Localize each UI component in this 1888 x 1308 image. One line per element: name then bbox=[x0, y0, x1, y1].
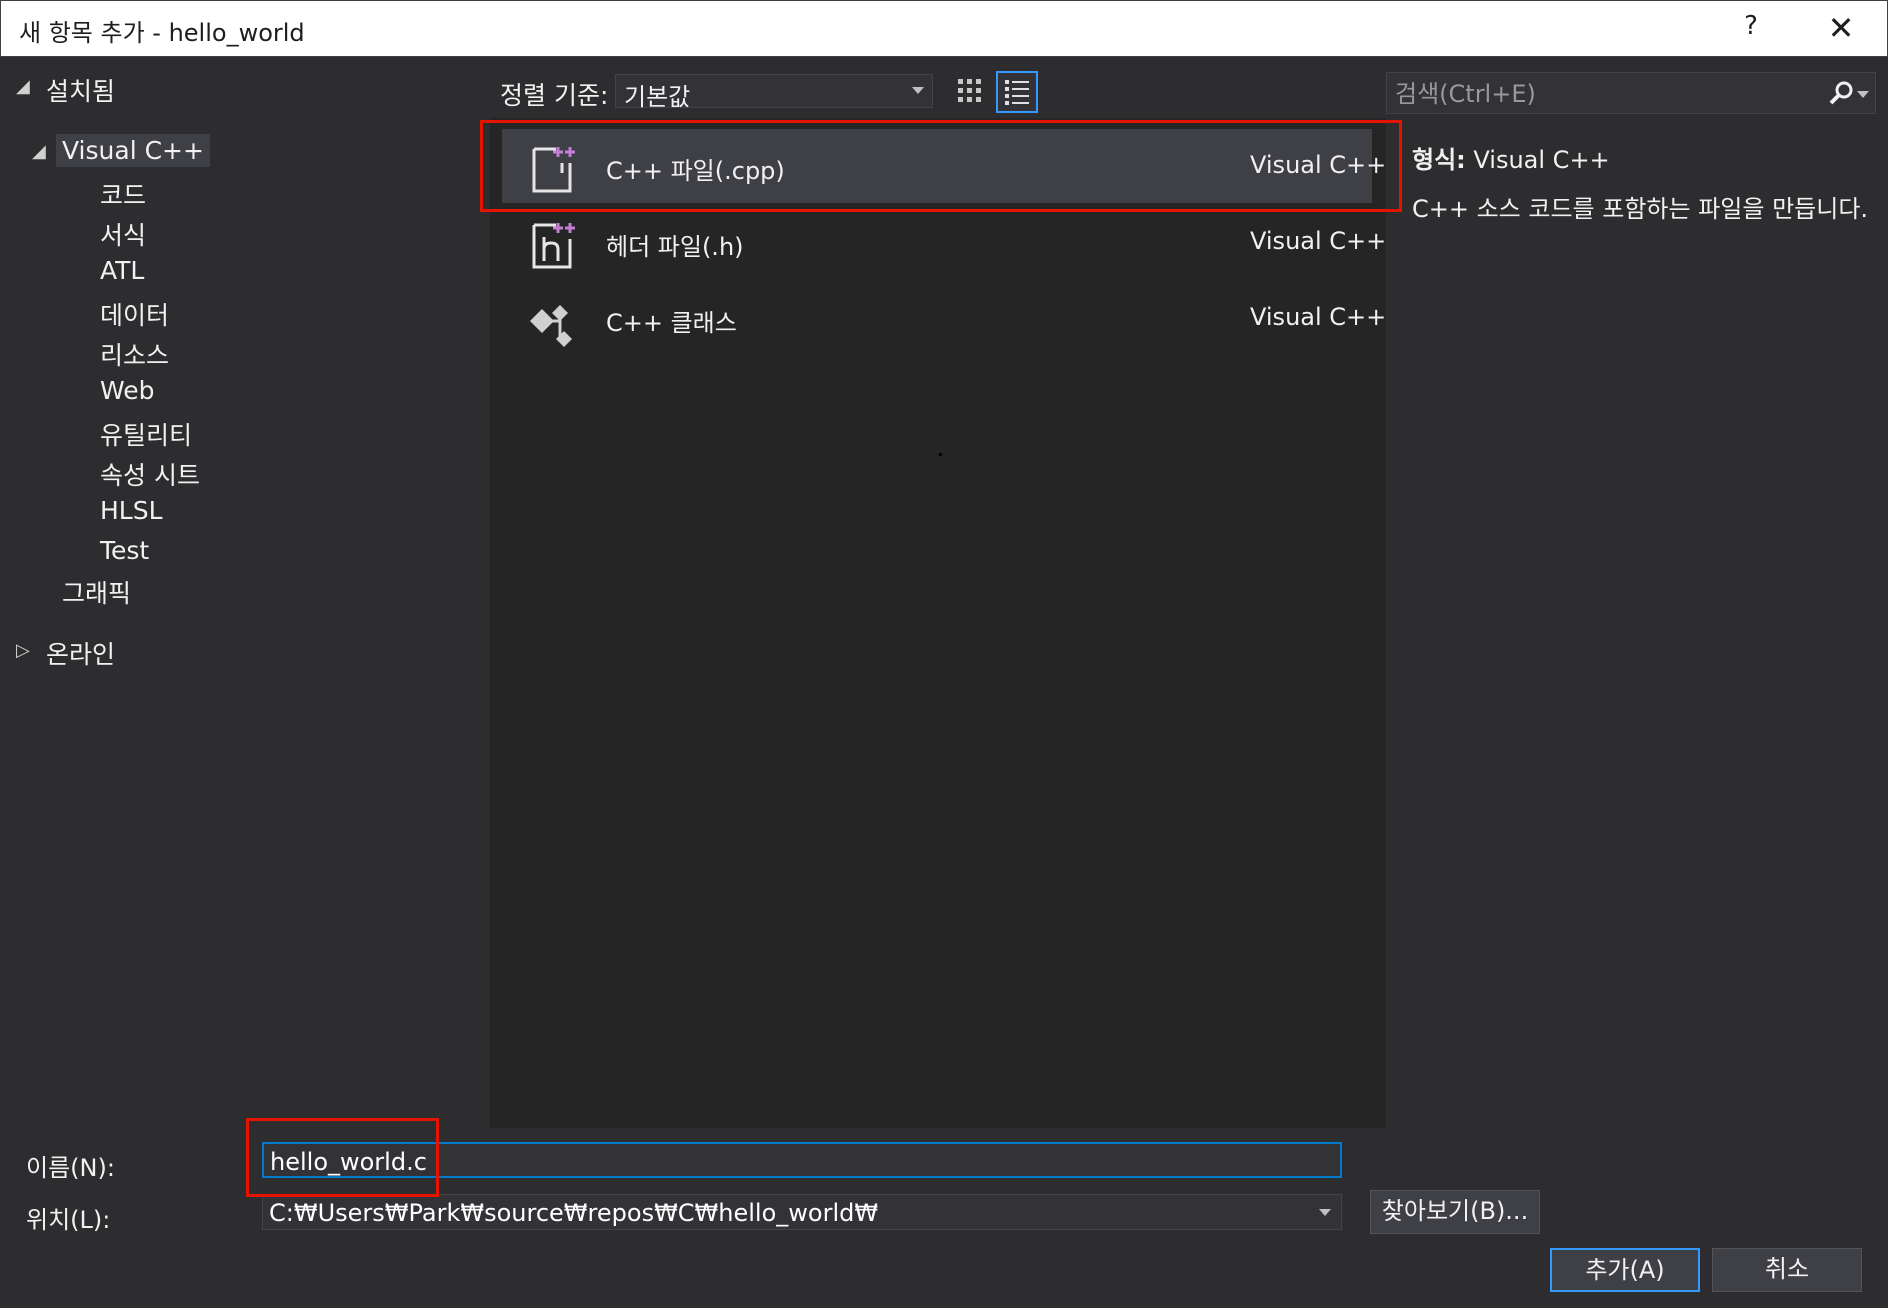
location-label: 위치(L): bbox=[26, 1206, 111, 1234]
sort-label: 정렬 기준: bbox=[500, 81, 609, 110]
details-pane: 형식: Visual C++ C++ 소스 코드를 포함하는 파일을 만듭니다. bbox=[1412, 140, 1872, 225]
tree-item-data[interactable]: 데이터 bbox=[100, 296, 169, 332]
tree-item-property-sheet[interactable]: 속성 시트 bbox=[100, 456, 200, 492]
cpp-class-icon bbox=[530, 305, 572, 347]
details-description: C++ 소스 코드를 포함하는 파일을 만듭니다. bbox=[1412, 195, 1869, 223]
tree-item-atl[interactable]: ATL bbox=[100, 256, 144, 285]
tree-item-graphics[interactable]: 그래픽 bbox=[62, 574, 131, 610]
expanded-arrow-icon[interactable]: ◢ bbox=[32, 141, 46, 162]
tree-item-visual-cpp[interactable]: Visual C++ bbox=[56, 134, 210, 167]
add-button[interactable]: 추가(A) bbox=[1550, 1248, 1700, 1292]
title-bar: 새 항목 추가 - hello_world ? ✕ bbox=[0, 0, 1888, 57]
template-list: C++ 파일(.cpp) Visual C++ 헤더 파일(.h) Visual… bbox=[490, 118, 1386, 1128]
tree-item-installed[interactable]: 설치됨 bbox=[46, 72, 115, 108]
template-item-cpp-class[interactable]: C++ 클래스 Visual C++ bbox=[502, 281, 1386, 355]
tree-item-code[interactable]: 코드 bbox=[100, 176, 146, 212]
details-type-value: Visual C++ bbox=[1473, 146, 1610, 174]
tree-item-test[interactable]: Test bbox=[100, 536, 149, 565]
details-type-label: 형식: bbox=[1412, 146, 1466, 174]
highlight-box bbox=[480, 120, 1402, 212]
list-view-icon bbox=[1005, 80, 1029, 105]
tree-item-online[interactable]: 온라인 bbox=[46, 635, 115, 671]
search-input[interactable] bbox=[1393, 77, 1797, 111]
search-icon[interactable] bbox=[1827, 79, 1855, 107]
search-options-chevron-icon[interactable] bbox=[1857, 91, 1869, 98]
header-file-icon bbox=[532, 223, 575, 269]
details-type-line: 형식: Visual C++ bbox=[1412, 140, 1872, 175]
name-label: 이름(N): bbox=[26, 1154, 115, 1182]
browse-button[interactable]: 찾아보기(B)... bbox=[1370, 1190, 1540, 1234]
sort-dropdown[interactable]: 기본값 bbox=[615, 74, 933, 111]
stray-pixel bbox=[939, 453, 942, 456]
template-item-header-file[interactable]: 헤더 파일(.h) Visual C++ bbox=[502, 205, 1386, 279]
window-title: 새 항목 추가 - hello_world bbox=[19, 19, 305, 47]
tree-item-resource[interactable]: 리소스 bbox=[100, 336, 169, 372]
grid-view-icon bbox=[958, 79, 981, 102]
tree-item-web[interactable]: Web bbox=[100, 376, 155, 405]
tree-item-utility[interactable]: 유틸리티 bbox=[100, 416, 192, 452]
chevron-down-icon bbox=[912, 87, 924, 94]
cancel-button[interactable]: 취소 bbox=[1712, 1248, 1862, 1292]
category-tree: ◢ 설치됨 ◢ Visual C++ 코드 서식 ATL 데이터 리소스 Web… bbox=[0, 57, 490, 1129]
close-button[interactable]: ✕ bbox=[1821, 9, 1861, 47]
help-button[interactable]: ? bbox=[1736, 11, 1766, 41]
template-name: 헤더 파일(.h) bbox=[606, 233, 744, 261]
expanded-arrow-icon[interactable]: ◢ bbox=[16, 76, 30, 97]
highlight-box bbox=[246, 1118, 439, 1197]
chevron-down-icon[interactable] bbox=[1319, 1209, 1331, 1216]
template-type: Visual C++ bbox=[1250, 303, 1387, 331]
template-type: Visual C++ bbox=[1250, 227, 1387, 255]
location-combobox[interactable] bbox=[262, 1194, 1342, 1230]
small-icons-view-button[interactable] bbox=[950, 71, 992, 113]
search-box[interactable] bbox=[1386, 72, 1876, 114]
tree-item-hlsl[interactable]: HLSL bbox=[100, 496, 163, 525]
collapsed-arrow-icon[interactable]: ▷ bbox=[16, 640, 30, 661]
list-view-button[interactable] bbox=[996, 71, 1038, 113]
location-input[interactable] bbox=[267, 1197, 1331, 1229]
template-name: C++ 클래스 bbox=[606, 309, 737, 337]
sort-value: 기본값 bbox=[624, 83, 691, 111]
tree-item-format[interactable]: 서식 bbox=[100, 216, 146, 252]
